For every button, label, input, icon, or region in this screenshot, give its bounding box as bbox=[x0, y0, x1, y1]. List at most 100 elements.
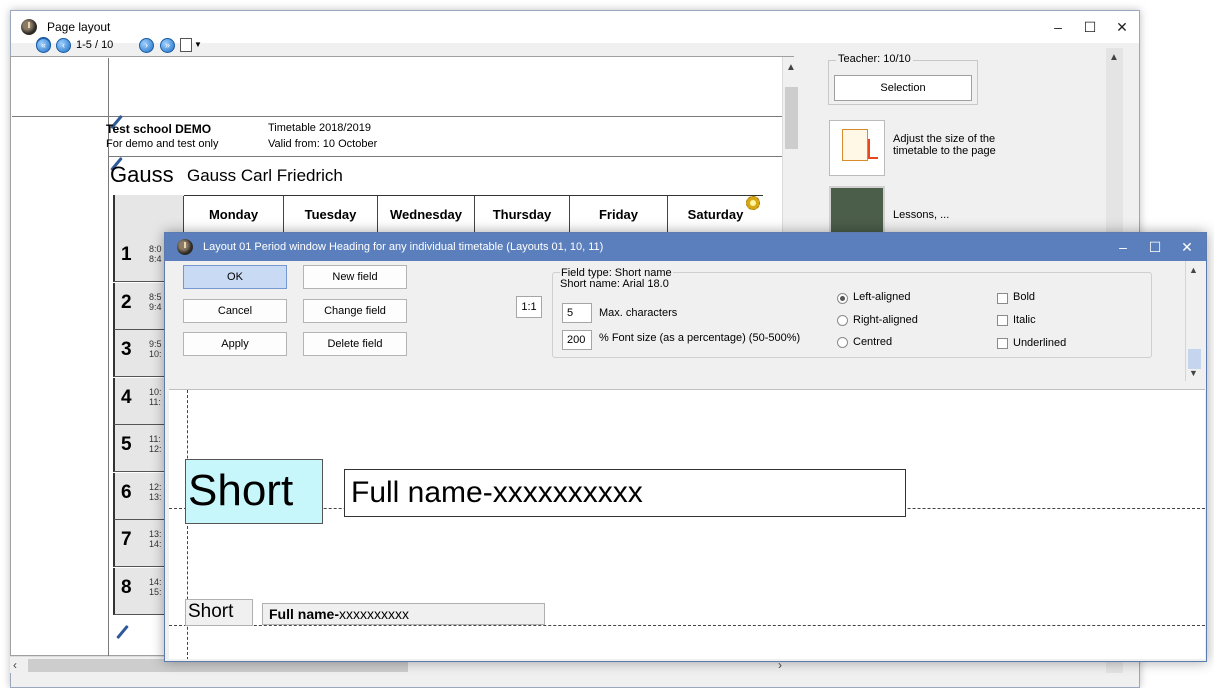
full-name-rest: xxxxxxxxxx bbox=[339, 606, 410, 622]
next-page-icon[interactable]: › bbox=[139, 38, 154, 53]
delete-field-button[interactable]: Delete field bbox=[303, 332, 407, 356]
bold-checkbox[interactable] bbox=[997, 293, 1008, 304]
period-number: 1 bbox=[121, 244, 132, 265]
full-name-preview[interactable]: Full name-xxxxxxxxxx bbox=[262, 603, 545, 625]
period-number: 3 bbox=[121, 339, 132, 360]
day-header: Monday bbox=[183, 196, 283, 234]
fit-to-page-icon[interactable] bbox=[829, 120, 885, 176]
lessons-icon[interactable] bbox=[829, 186, 885, 236]
layout-design-area: Short Full name-xxxxxxxxxx Short Full na… bbox=[169, 389, 1205, 659]
period-end: 14: bbox=[149, 539, 162, 549]
max-characters-input[interactable]: 5 bbox=[562, 303, 592, 323]
day-header: Wednesday bbox=[377, 196, 474, 234]
full-name-field[interactable]: Full name-xxxxxxxxxx bbox=[344, 469, 906, 517]
minimize-button[interactable]: – bbox=[1116, 239, 1130, 256]
scroll-up-icon[interactable]: ▲ bbox=[1109, 52, 1119, 63]
italic-checkbox[interactable] bbox=[997, 315, 1008, 326]
change-field-button[interactable]: Change field bbox=[303, 299, 407, 323]
period-number: 4 bbox=[121, 386, 132, 408]
school-subtitle: For demo and test only bbox=[106, 138, 219, 150]
teacher-full-name: Gauss Carl Friedrich bbox=[187, 166, 343, 185]
school-name: Test school DEMO bbox=[106, 122, 212, 136]
cancel-button[interactable]: Cancel bbox=[183, 299, 287, 323]
font-size-input[interactable]: 200 bbox=[562, 330, 592, 350]
italic-label[interactable]: Italic bbox=[1013, 314, 1036, 326]
prev-page-icon[interactable]: ‹ bbox=[56, 38, 71, 53]
maximize-button[interactable]: ☐ bbox=[1083, 19, 1097, 36]
fit-to-page-label[interactable]: Adjust the size of the timetable to the … bbox=[893, 133, 1033, 157]
scroll-up-icon[interactable]: ▲ bbox=[786, 62, 796, 73]
period-start: 8:0 bbox=[149, 244, 162, 254]
grid-corner bbox=[113, 195, 184, 235]
selection-button[interactable]: Selection bbox=[834, 75, 972, 101]
underlined-label[interactable]: Underlined bbox=[1013, 337, 1066, 349]
edit-footer-icon[interactable] bbox=[114, 624, 130, 640]
scroll-thumb[interactable] bbox=[1188, 349, 1201, 369]
first-page-icon[interactable]: « bbox=[36, 38, 51, 53]
period-number: 8 bbox=[121, 576, 132, 598]
page-view-icon[interactable] bbox=[180, 38, 192, 52]
short-name-preview[interactable]: Short bbox=[185, 599, 253, 626]
period-end: 15: bbox=[149, 586, 162, 597]
chevron-down-icon[interactable]: ▼ bbox=[194, 40, 202, 49]
right-aligned-radio[interactable] bbox=[837, 315, 848, 326]
period-start: 13: bbox=[149, 529, 162, 539]
layout-dialog: Layout 01 Period window Heading for any … bbox=[164, 232, 1207, 662]
centred-radio[interactable] bbox=[837, 337, 848, 348]
timetable-year: Timetable 2018/2019 bbox=[268, 122, 371, 134]
close-button[interactable]: ✕ bbox=[1115, 19, 1129, 36]
scroll-down-icon[interactable]: ▼ bbox=[1189, 368, 1198, 378]
right-aligned-label[interactable]: Right-aligned bbox=[853, 314, 918, 326]
dialog-title: Layout 01 Period window Heading for any … bbox=[203, 241, 604, 253]
page-margin-line bbox=[12, 116, 109, 117]
window-title: Page layout bbox=[47, 20, 111, 34]
left-aligned-label[interactable]: Left-aligned bbox=[853, 291, 911, 303]
font-size-label: % Font size (as a percentage) (50-500%) bbox=[599, 332, 801, 344]
period-end: 9:4 bbox=[149, 301, 162, 312]
period-end: 10: bbox=[149, 349, 162, 359]
new-field-button[interactable]: New field bbox=[303, 265, 407, 289]
field-font-label: Short name: Arial 18.0 bbox=[560, 278, 669, 290]
teacher-short-name: Gauss bbox=[110, 162, 174, 187]
period-number: 6 bbox=[121, 481, 132, 503]
bold-label[interactable]: Bold bbox=[1013, 291, 1035, 303]
period-end: 13: bbox=[149, 491, 162, 502]
apply-button[interactable]: Apply bbox=[183, 332, 287, 356]
dialog-scrollbar[interactable]: ▲ ▼ bbox=[1185, 261, 1202, 381]
preview-toolbar: « bbox=[10, 33, 798, 55]
dialog-title-bar: Layout 01 Period window Heading for any … bbox=[165, 233, 1206, 261]
scroll-up-icon[interactable]: ▲ bbox=[1189, 265, 1198, 275]
ratio-button[interactable]: 1:1 bbox=[516, 296, 542, 318]
gear-icon[interactable] bbox=[746, 196, 760, 210]
period-number: 2 bbox=[121, 291, 132, 313]
day-header: Friday bbox=[569, 196, 667, 234]
ok-button[interactable]: OK bbox=[183, 265, 287, 289]
last-page-icon[interactable]: » bbox=[160, 38, 175, 53]
short-name-field-selected[interactable]: Short bbox=[185, 459, 323, 524]
day-header: Tuesday bbox=[283, 196, 377, 234]
scroll-left-icon[interactable]: ‹ bbox=[13, 658, 17, 672]
period-start: 11: bbox=[149, 434, 161, 444]
period-start: 10: bbox=[149, 386, 162, 397]
period-number: 7 bbox=[121, 529, 132, 550]
period-end: 11: bbox=[149, 396, 161, 407]
header-bottom-line bbox=[108, 156, 782, 157]
underlined-checkbox[interactable] bbox=[997, 338, 1008, 349]
left-aligned-radio[interactable] bbox=[837, 293, 848, 304]
app-clock-icon bbox=[177, 239, 193, 255]
close-button[interactable]: ✕ bbox=[1180, 239, 1194, 256]
day-header: Thursday bbox=[474, 196, 569, 234]
max-characters-label: Max. characters bbox=[599, 307, 678, 319]
header-top-line bbox=[108, 116, 782, 117]
period-start: 14: bbox=[149, 576, 162, 587]
period-number: 5 bbox=[121, 434, 132, 455]
page-range: 1-5 / 10 bbox=[76, 39, 114, 51]
baseline-guide bbox=[169, 625, 1205, 626]
lessons-label[interactable]: Lessons, ... bbox=[893, 209, 949, 221]
centred-label[interactable]: Centred bbox=[853, 336, 892, 348]
maximize-button[interactable]: ☐ bbox=[1148, 239, 1162, 256]
teacher-count: Teacher: 10/10 bbox=[836, 53, 913, 65]
minimize-button[interactable]: – bbox=[1051, 19, 1065, 36]
scroll-thumb[interactable] bbox=[785, 87, 798, 149]
full-name-bold-part: Full name- bbox=[269, 606, 340, 622]
